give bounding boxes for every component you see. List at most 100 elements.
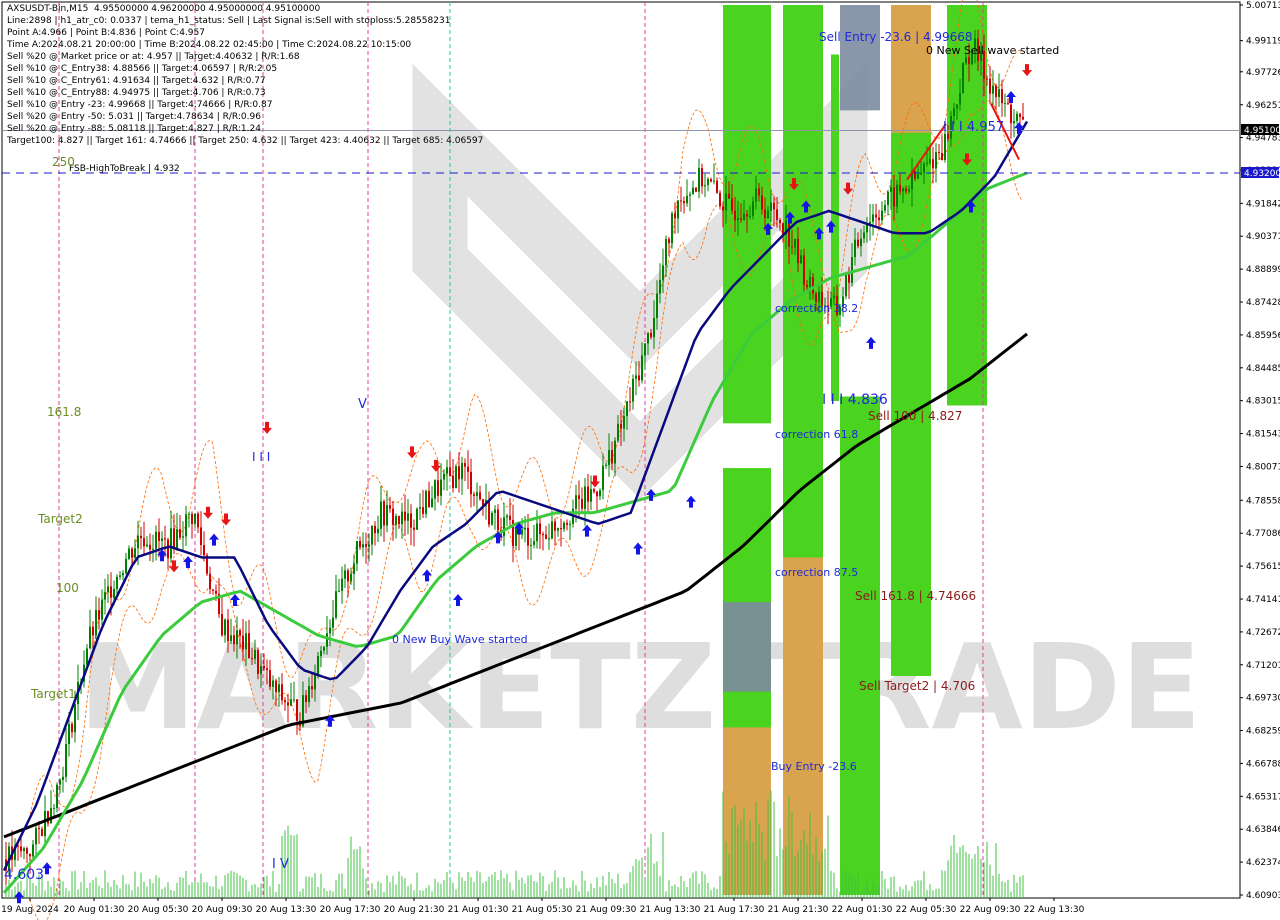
candle-body — [932, 159, 934, 169]
time-tick-label: 21 Aug 17:30 — [704, 905, 765, 915]
candle-body — [503, 517, 505, 537]
candle-body — [377, 528, 379, 534]
info-line-points: Point A:4.966 | Point B:4.836 | Point C:… — [7, 28, 205, 38]
candle-body — [926, 162, 928, 164]
candle-body — [908, 189, 910, 192]
candle-body — [1013, 121, 1015, 124]
candle-body — [173, 528, 175, 550]
candle-body — [71, 723, 73, 733]
candle-body — [617, 423, 619, 441]
candle-body — [728, 193, 730, 199]
candle-body — [281, 684, 283, 701]
candle-body — [872, 214, 874, 222]
sell-1618-label: Sell 161.8 | 4.74666 — [855, 589, 976, 603]
candle-body — [773, 202, 775, 210]
candle-body — [41, 829, 43, 837]
candle-body — [131, 548, 133, 558]
time-tick-label: 21 Aug 05:30 — [512, 905, 573, 915]
candle-body — [902, 188, 904, 192]
candle-body — [353, 563, 355, 574]
candle-body — [806, 284, 808, 287]
candle-body — [389, 505, 391, 509]
candle-body — [710, 179, 712, 182]
candle-body — [158, 531, 160, 541]
candle-body — [1010, 104, 1012, 124]
candle-body — [941, 152, 943, 160]
correction-875-label: correction 87.5 — [775, 566, 858, 579]
candle-body — [686, 195, 688, 204]
candle-body — [599, 490, 601, 497]
candle-body — [725, 193, 727, 211]
candle-body — [905, 188, 907, 192]
candle-body — [1004, 103, 1006, 105]
candle-body — [959, 93, 961, 105]
candle-body — [191, 513, 193, 525]
price-tick-label: 4.72672 — [1246, 628, 1280, 638]
candle-body — [560, 527, 562, 530]
candle-body — [161, 538, 163, 541]
candle-body — [608, 450, 610, 465]
candle-body — [239, 630, 241, 636]
candle-body — [185, 514, 187, 537]
candle-body — [878, 217, 880, 221]
candle-body — [758, 188, 760, 196]
candle-body — [146, 544, 148, 547]
candle-body — [539, 523, 541, 535]
candle-body — [605, 464, 607, 466]
candle-body — [176, 529, 178, 550]
candle-body — [704, 185, 706, 187]
time-tick-label: 20 Aug 05:30 — [128, 905, 189, 915]
buy-entry-label: Buy Entry -23.6 — [771, 760, 857, 773]
candle-body — [188, 513, 190, 515]
candle-body — [359, 541, 361, 548]
time-tick-label: 20 Aug 17:30 — [320, 905, 381, 915]
candle-body — [509, 515, 511, 520]
time-tick-label: 20 Aug 09:30 — [192, 905, 253, 915]
candle-body — [182, 536, 184, 538]
candle-body — [737, 218, 739, 221]
candle-body — [701, 168, 703, 187]
candle-body — [863, 232, 865, 239]
time-tick-label: 20 Aug 01:30 — [64, 905, 125, 915]
candle-body — [929, 159, 931, 163]
candle-body — [134, 548, 136, 558]
candle-body — [65, 744, 67, 777]
candle-body — [542, 534, 544, 536]
candle-body — [884, 205, 886, 211]
candle-body — [425, 490, 427, 514]
candle-body — [347, 570, 349, 582]
candle-body — [527, 527, 529, 546]
candle-body — [233, 635, 235, 645]
price-tick-label: 4.97726 — [1246, 68, 1280, 78]
candle-body — [953, 108, 955, 117]
candle-body — [896, 184, 898, 207]
candle-body — [344, 570, 346, 579]
candle-body — [155, 531, 157, 549]
candle-body — [305, 695, 307, 703]
info-line-entry-50: Sell %20 @ Entry -50: 5.031 || Target:4.… — [7, 112, 261, 122]
signal-zone-2 — [723, 602, 771, 692]
candle-body — [716, 180, 718, 193]
candle-body — [386, 505, 388, 526]
candle-body — [587, 486, 589, 502]
price-tick-label: 4.75615 — [1246, 562, 1280, 572]
candle-body — [662, 265, 664, 280]
candle-body — [1007, 103, 1009, 105]
candle-body — [452, 475, 454, 489]
time-tick-label: 20 Aug 13:30 — [256, 905, 317, 915]
candle-body — [308, 686, 310, 703]
candle-body — [635, 375, 637, 379]
candle-body — [227, 619, 229, 642]
candle-body — [317, 656, 319, 675]
candle-body — [272, 680, 274, 687]
candle-body — [965, 57, 967, 64]
candle-body — [29, 853, 31, 857]
candle-body — [569, 523, 571, 525]
watermark-text: MARKETZITRADE — [79, 618, 1202, 756]
candle-body — [248, 633, 250, 659]
candle-body — [470, 471, 472, 495]
candle-body — [536, 523, 538, 542]
candle-body — [683, 201, 685, 204]
candle-body — [56, 784, 58, 808]
candle-body — [392, 508, 394, 525]
